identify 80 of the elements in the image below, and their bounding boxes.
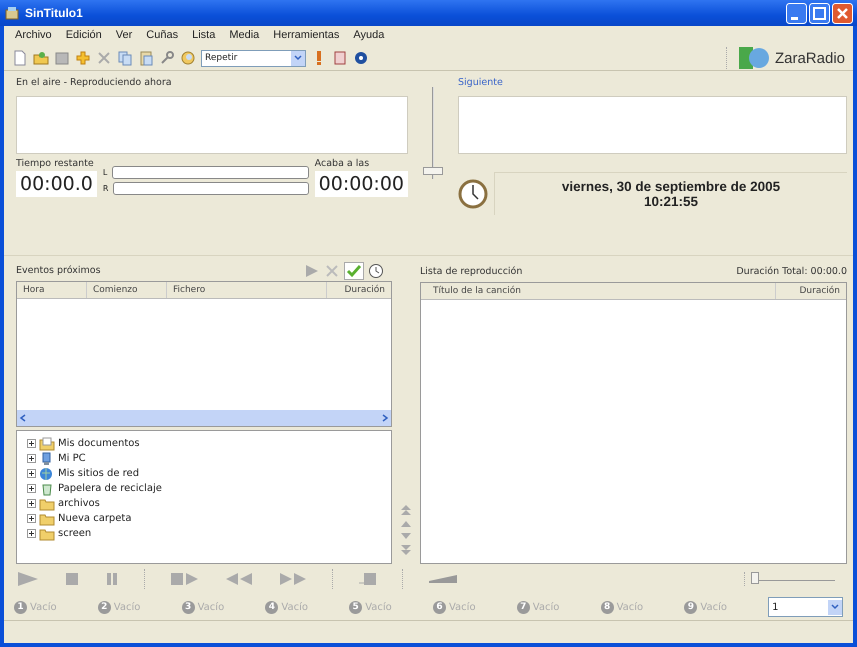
channel-label: L bbox=[102, 168, 108, 177]
minimize-button[interactable] bbox=[786, 2, 807, 24]
cart-page-select[interactable]: 1 bbox=[768, 597, 843, 617]
expand-icon[interactable] bbox=[27, 454, 36, 463]
menu-item[interactable]: Ver bbox=[114, 29, 134, 43]
play-icon[interactable] bbox=[304, 262, 320, 279]
channel-label: R bbox=[102, 184, 108, 193]
expand-icon[interactable] bbox=[27, 529, 36, 538]
clock-icon bbox=[458, 178, 488, 208]
column-header[interactable]: Duración bbox=[776, 283, 846, 299]
column-header[interactable]: Hora bbox=[17, 282, 87, 298]
add-icon[interactable] bbox=[75, 50, 91, 66]
app-logo-text: ZaraRadio bbox=[774, 50, 845, 66]
rewind-icon[interactable] bbox=[224, 571, 254, 587]
playlist-label: Lista de reproducción bbox=[420, 266, 522, 276]
date-text: viernes, 30 de septiembre de 2005 bbox=[562, 179, 780, 194]
column-header[interactable]: Duración bbox=[327, 282, 391, 298]
window-title: SinTitulo1 bbox=[25, 6, 83, 20]
close-button[interactable] bbox=[832, 2, 853, 24]
repeat-select[interactable]: Repetir bbox=[201, 50, 306, 66]
menu-item[interactable]: Media bbox=[228, 29, 260, 43]
open-folder-icon[interactable] bbox=[33, 50, 49, 66]
expand-icon[interactable] bbox=[27, 514, 36, 523]
tree-item[interactable]: Mis documentos bbox=[58, 438, 140, 449]
slider-thumb[interactable] bbox=[751, 572, 759, 584]
menu-item[interactable]: Ayuda bbox=[352, 29, 386, 43]
expand-icon[interactable] bbox=[27, 439, 36, 448]
menu-item[interactable]: Edición bbox=[64, 29, 103, 43]
move-bottom-icon[interactable] bbox=[400, 544, 412, 556]
folder-icon bbox=[39, 512, 55, 526]
move-down-icon[interactable] bbox=[400, 532, 412, 540]
menu-item[interactable]: Cuñas bbox=[145, 29, 180, 43]
checkmark-icon bbox=[346, 264, 362, 278]
total-duration: Duración Total: 00:00.0 bbox=[736, 266, 847, 276]
move-top-icon[interactable] bbox=[400, 504, 412, 516]
tree-item[interactable]: screen bbox=[58, 528, 92, 539]
new-file-icon[interactable] bbox=[12, 50, 28, 66]
next-label: Siguiente bbox=[458, 77, 504, 88]
folder-icon bbox=[39, 526, 55, 540]
on-air-label: En el aire - Reproduciendo ahora bbox=[16, 77, 173, 88]
play-icon[interactable] bbox=[16, 571, 40, 587]
documents-folder-icon bbox=[39, 436, 55, 450]
time-remaining-label: Tiempo restante bbox=[16, 158, 95, 169]
copy-icon[interactable] bbox=[117, 50, 133, 66]
chevron-down-icon bbox=[294, 55, 302, 61]
expand-icon[interactable] bbox=[27, 469, 36, 478]
stop-play-icon[interactable] bbox=[170, 571, 200, 587]
tree-item[interactable]: Papelera de reciclaje bbox=[58, 483, 162, 494]
delete-icon[interactable] bbox=[96, 50, 112, 66]
ends-at-label: Acaba a las bbox=[314, 158, 370, 169]
tree-item[interactable]: archivos bbox=[58, 498, 100, 509]
expand-icon[interactable] bbox=[27, 484, 36, 493]
expand-icon[interactable] bbox=[27, 499, 36, 508]
tree-item[interactable]: Mis sitios de red bbox=[58, 468, 140, 479]
delete-icon[interactable] bbox=[324, 262, 340, 279]
move-up-icon[interactable] bbox=[400, 520, 412, 528]
fast-forward-icon[interactable] bbox=[278, 571, 308, 587]
folder-icon bbox=[39, 496, 55, 510]
menu-item[interactable]: Herramientas bbox=[272, 29, 340, 43]
time-text: 10:21:55 bbox=[644, 194, 698, 209]
tree-item[interactable]: Nueva carpeta bbox=[58, 513, 132, 524]
column-header[interactable]: Comienzo bbox=[87, 282, 167, 298]
paste-icon[interactable] bbox=[138, 50, 154, 66]
app-icon bbox=[4, 5, 20, 21]
chevron-down-icon bbox=[831, 604, 839, 610]
checkmark-toggle[interactable] bbox=[344, 262, 364, 280]
clock-icon[interactable] bbox=[368, 262, 384, 279]
stop-icon[interactable] bbox=[64, 571, 80, 587]
time-remaining-display: 00:00.0 bbox=[16, 171, 97, 197]
horizontal-scrollbar[interactable] bbox=[17, 410, 391, 426]
ends-at-display: 00:00:00 bbox=[314, 171, 408, 197]
menu-item[interactable]: Archivo bbox=[14, 29, 53, 43]
column-header[interactable]: Fichero bbox=[167, 282, 327, 298]
pause-icon[interactable] bbox=[104, 571, 120, 587]
tree-item[interactable]: Mi PC bbox=[58, 453, 86, 464]
menu-item[interactable]: Lista bbox=[191, 29, 216, 43]
slider-thumb[interactable] bbox=[423, 166, 443, 175]
column-header[interactable]: Título de la canción bbox=[421, 283, 776, 299]
maximize-button[interactable] bbox=[809, 2, 830, 24]
events-label: Eventos próximos bbox=[16, 265, 101, 276]
